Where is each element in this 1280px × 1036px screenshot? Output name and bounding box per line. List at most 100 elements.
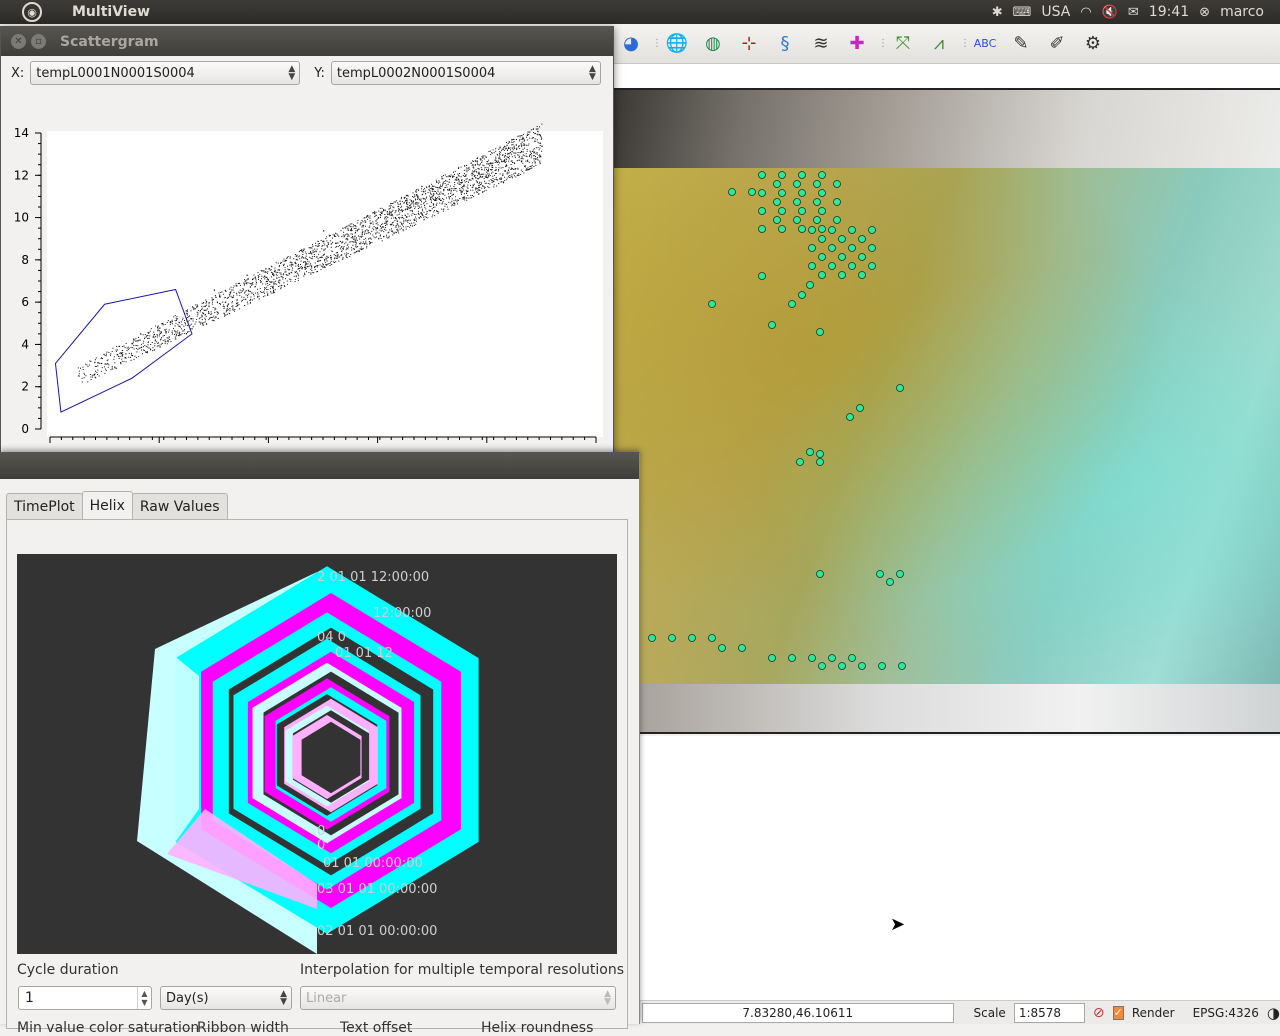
data-point [343, 231, 345, 233]
data-point [502, 148, 504, 150]
data-point [476, 158, 478, 160]
data-point [381, 211, 383, 213]
label-tool-icon[interactable]: ABC [970, 29, 1000, 59]
tab-helix[interactable]: Helix [81, 491, 133, 519]
data-point [421, 214, 423, 216]
interpolation-select[interactable]: Linear ▲ ▼ [300, 986, 616, 1010]
data-point [123, 361, 125, 363]
profile-tool-icon[interactable]: ⩘ [924, 29, 954, 59]
data-point [391, 210, 393, 212]
y-axis-select[interactable]: tempL0002N0001S0004 ▲ ▼ [330, 61, 601, 85]
render-checkbox[interactable]: ✓ [1112, 1005, 1124, 1020]
globe-icon[interactable]: ◍ [698, 29, 728, 59]
cycle-unit-select[interactable]: Day(s) ▲ ▼ [160, 986, 292, 1010]
data-point [465, 169, 467, 171]
map-empty-area[interactable] [612, 736, 1280, 1000]
help-icon[interactable]: ◕ [616, 29, 646, 59]
dna-helix-icon[interactable]: § [770, 29, 800, 59]
data-point [227, 297, 229, 299]
pan-tool-icon[interactable]: ⤧ [888, 29, 918, 59]
crs-icon[interactable]: ◑ [1267, 1004, 1280, 1022]
data-point [313, 266, 315, 268]
helix-view[interactable]: 2 01 01 12:00:00 12:00:00 04 0 01 01 12 … [17, 554, 617, 954]
user-icon[interactable]: ⊗ [1199, 5, 1210, 20]
data-point [526, 136, 528, 138]
data-point [295, 271, 297, 273]
data-point [171, 323, 173, 325]
bluetooth-icon[interactable]: ✱ [992, 5, 1003, 20]
data-point [301, 268, 303, 270]
cycle-duration-spinbox[interactable]: 1 ▲ ▼ [18, 986, 152, 1010]
map-point [773, 216, 781, 224]
data-point [416, 189, 418, 191]
data-point [489, 150, 491, 152]
data-point [466, 178, 468, 180]
data-point [266, 288, 268, 290]
data-point [535, 158, 537, 160]
scale-input[interactable]: 1:8578 [1013, 1002, 1085, 1023]
data-point [231, 302, 233, 304]
data-point [388, 235, 390, 237]
data-point [511, 156, 513, 158]
data-point [369, 215, 371, 217]
layers-icon[interactable]: ≋ [806, 29, 836, 59]
stop-render-icon[interactable]: ⊘ [1093, 1005, 1105, 1021]
x-axis-select[interactable]: tempL0001N0001S0004 ▲ ▼ [30, 61, 301, 85]
data-point [424, 188, 426, 190]
data-point [119, 352, 121, 354]
scatter-plot-icon[interactable]: ⊹ [734, 29, 764, 59]
map-point [708, 634, 716, 642]
data-point [116, 349, 118, 351]
scatter-chart[interactable]: 024681012140246810 [1, 93, 613, 453]
minimize-icon[interactable]: ▫ [31, 34, 46, 49]
wms-globe-icon[interactable]: 🌐 [662, 29, 692, 59]
map-points-layer[interactable] [612, 90, 1280, 734]
data-point [482, 191, 484, 193]
data-point [267, 284, 269, 286]
data-point [473, 196, 475, 198]
user-name[interactable]: marco [1220, 4, 1264, 20]
data-point [358, 228, 360, 230]
clock[interactable]: 19:41 [1149, 4, 1189, 20]
data-point [370, 222, 372, 224]
data-point [107, 366, 109, 368]
spin-arrows-icon[interactable]: ▲ ▼ [137, 987, 151, 1009]
volume-icon[interactable]: 🔇 [1102, 5, 1118, 20]
data-point [263, 270, 265, 272]
crs-label[interactable]: EPSG:4326 [1193, 1006, 1259, 1020]
data-point [326, 236, 328, 238]
ubuntu-logo-icon[interactable]: ◉ [22, 2, 42, 22]
scattergram-titlebar[interactable]: ✕ ▫ Scattergram [1, 27, 613, 56]
close-icon[interactable]: ✕ [11, 34, 26, 49]
keyboard-layout[interactable]: USA [1041, 4, 1070, 20]
data-point [411, 209, 413, 211]
data-point [143, 338, 145, 340]
data-point [162, 335, 164, 337]
data-point [78, 375, 80, 377]
data-point [92, 376, 94, 378]
coordinate-field[interactable]: 7.83280,46.10611 [642, 1002, 954, 1023]
tab-timeplot[interactable]: TimePlot [6, 493, 83, 519]
data-point [453, 200, 455, 202]
map-canvas[interactable] [612, 88, 1280, 734]
helix-titlebar[interactable] [0, 453, 639, 479]
data-point [534, 161, 536, 163]
mail-icon[interactable]: ✉ [1128, 5, 1139, 20]
edit-tool-icon[interactable]: ✎ [1006, 29, 1036, 59]
data-point [454, 170, 456, 172]
data-point [297, 264, 299, 266]
data-point [377, 224, 379, 226]
measure-tool-icon[interactable]: ✐ [1042, 29, 1072, 59]
keyboard-icon[interactable]: ⌨ [1013, 5, 1032, 20]
data-point [397, 224, 399, 226]
data-point [277, 271, 279, 273]
data-point [447, 176, 449, 178]
data-point [509, 152, 511, 154]
data-point [330, 255, 332, 257]
tab-raw-values[interactable]: Raw Values [131, 493, 228, 519]
settings-tool-icon[interactable]: ⚙ [1078, 29, 1108, 59]
wifi-icon[interactable]: ◠ [1080, 5, 1091, 20]
data-point [380, 230, 382, 232]
data-point [463, 189, 465, 191]
plugin-icon[interactable]: ✚ [842, 29, 872, 59]
